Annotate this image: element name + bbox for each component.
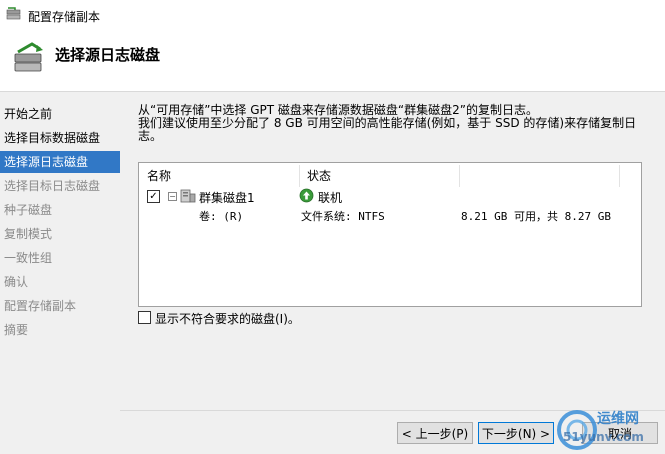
storage-replica-app-icon bbox=[6, 7, 21, 20]
step-select-source-log-disk[interactable]: 选择源日志磁盘 bbox=[0, 151, 120, 173]
window-title: 配置存储副本 bbox=[28, 10, 101, 24]
site-watermark: 运维网 51yunv.com bbox=[555, 404, 665, 454]
next-button[interactable]: 下一步(N) > bbox=[478, 422, 554, 444]
expand-collapse-icon[interactable]: − bbox=[168, 192, 177, 201]
main-panel: 从“可用存储”中选择 GPT 磁盘来存储源数据磁盘“群集磁盘2”的复制日志。 我… bbox=[120, 92, 665, 454]
cluster-disk-icon bbox=[180, 189, 196, 203]
column-header-name[interactable]: 名称 bbox=[147, 166, 171, 186]
description-line-2: 我们建议使用至少分配了 8 GB 可用空间的高性能存储(例如，基于 SSD 的存… bbox=[138, 116, 637, 130]
online-status-icon bbox=[299, 188, 314, 203]
disk-volume: 卷: (R) bbox=[199, 210, 244, 223]
step-select-destination-log-disk: 选择目标日志磁盘 bbox=[4, 179, 101, 193]
step-seed-disk: 种子磁盘 bbox=[4, 203, 53, 217]
disk-checkbox[interactable]: ✓ bbox=[147, 190, 160, 203]
show-incompatible-checkbox[interactable] bbox=[138, 311, 151, 324]
wizard-steps-sidebar: 开始之前 选择目标数据磁盘 选择源日志磁盘 选择目标日志磁盘 种子磁盘 复制模式… bbox=[0, 92, 120, 454]
page-header: 选择源日志磁盘 bbox=[0, 30, 665, 90]
step-summary: 摘要 bbox=[4, 323, 29, 337]
previous-button[interactable]: < 上一步(P) bbox=[397, 422, 473, 444]
column-divider bbox=[619, 165, 620, 187]
step-select-destination-data-disk[interactable]: 选择目标数据磁盘 bbox=[0, 127, 120, 149]
disk-status: 联机 bbox=[318, 191, 343, 205]
disk-list: 名称 状态 ✓ − 群集磁盘1 联机 卷: (R) 文件系统: NTFS 8.2… bbox=[138, 162, 642, 307]
disk-capacity: 8.21 GB 可用，共 8.27 GB bbox=[461, 210, 611, 223]
column-divider bbox=[459, 165, 460, 187]
watermark-site: 51yunv.com bbox=[563, 430, 644, 444]
disk-name: 群集磁盘1 bbox=[199, 191, 255, 205]
step-consistency-group: 一致性组 bbox=[4, 251, 53, 265]
watermark-brand: 运维网 bbox=[597, 411, 639, 427]
column-header-status[interactable]: 状态 bbox=[307, 166, 331, 186]
page-title: 选择源日志磁盘 bbox=[55, 46, 161, 64]
step-configure-storage-replica: 配置存储副本 bbox=[4, 299, 77, 313]
title-bar: 配置存储副本 bbox=[0, 0, 665, 30]
disk-filesystem: 文件系统: NTFS bbox=[301, 210, 385, 223]
step-confirmation: 确认 bbox=[4, 275, 29, 289]
description: 从“可用存储”中选择 GPT 磁盘来存储源数据磁盘“群集磁盘2”的复制日志。 我… bbox=[138, 104, 658, 143]
column-divider bbox=[299, 165, 300, 187]
step-before-you-begin[interactable]: 开始之前 bbox=[0, 103, 120, 125]
storage-replica-icon bbox=[14, 42, 43, 72]
step-replication-mode: 复制模式 bbox=[4, 227, 53, 241]
show-incompatible-label[interactable]: 显示不符合要求的磁盘(I)。 bbox=[155, 310, 300, 327]
description-line-3: 志。 bbox=[138, 129, 163, 143]
